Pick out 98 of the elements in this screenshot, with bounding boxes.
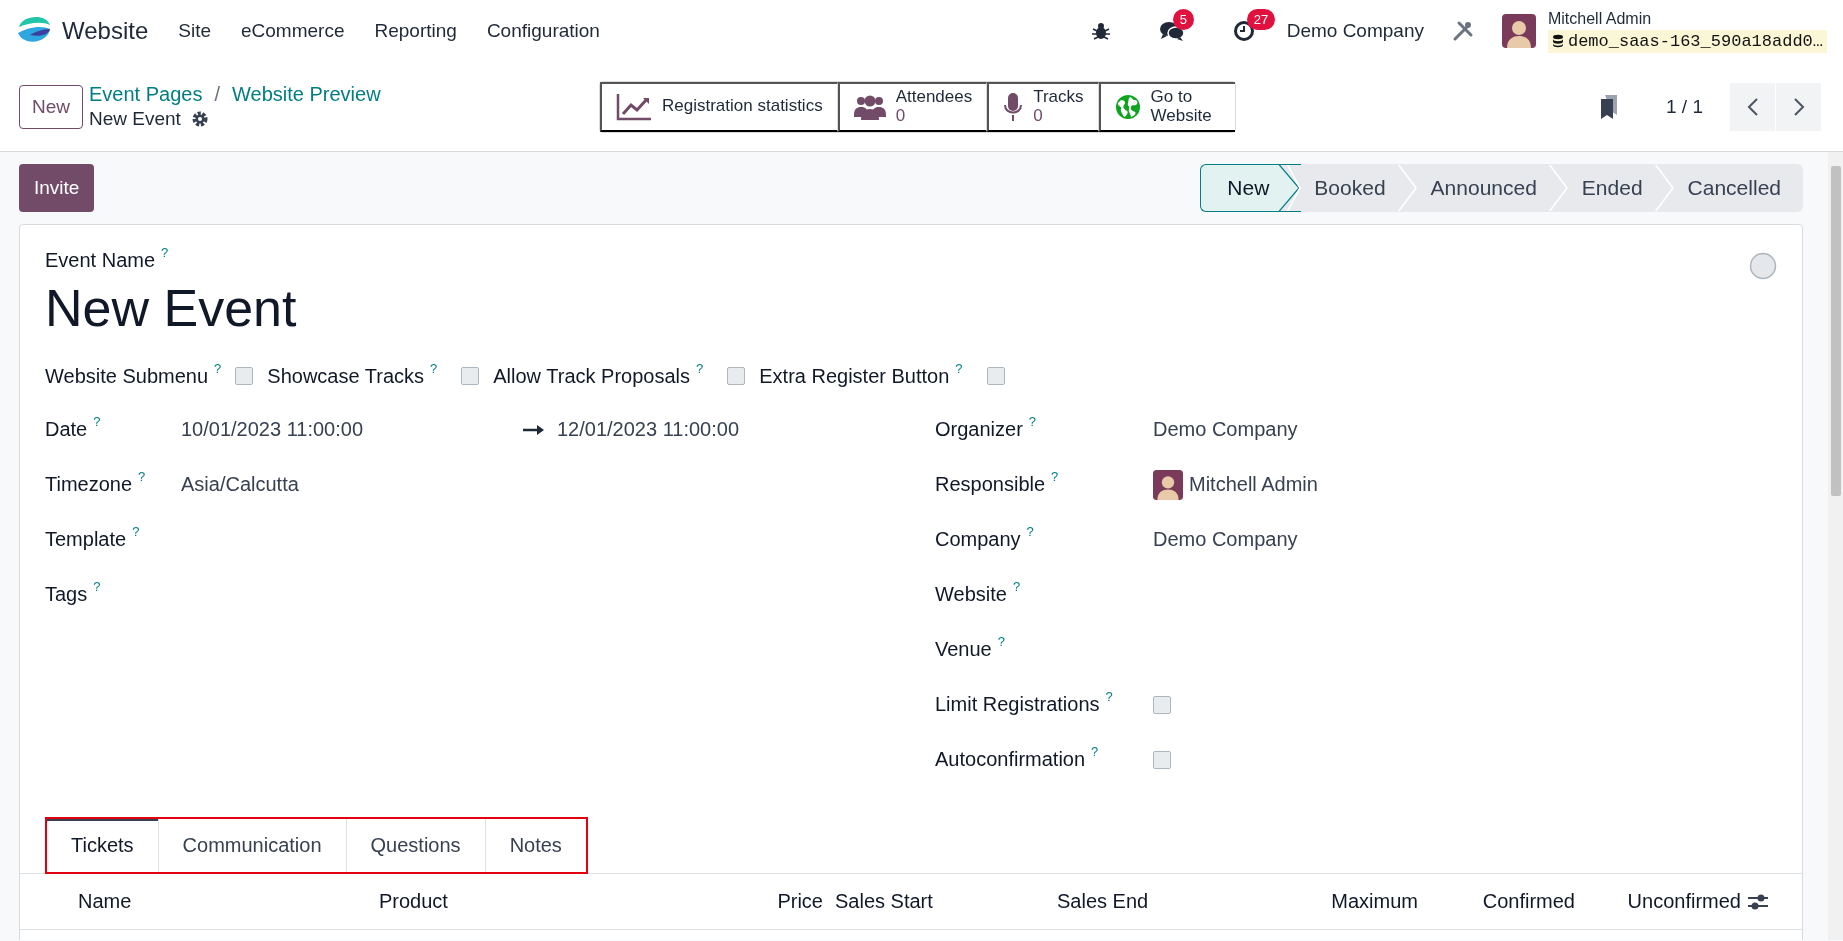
chevron-left-icon	[1746, 96, 1759, 117]
database-name: demo_saas-163_590a18add0…	[1547, 29, 1827, 53]
field-label: Template	[45, 528, 127, 551]
column-header[interactable]: Sales Start	[829, 890, 1051, 913]
field-value[interactable]: Asia/Calcutta	[181, 473, 299, 496]
smart-button[interactable]: Tracks 0	[987, 81, 1099, 132]
help-tooltip[interactable]: ?	[93, 414, 101, 429]
breadcrumb-link[interactable]: Event Pages	[89, 83, 203, 106]
field-label: Company	[935, 528, 1021, 551]
help-tooltip[interactable]: ?	[1051, 469, 1059, 484]
help-tooltip[interactable]: ?	[93, 579, 101, 594]
field-label: Event Name	[45, 249, 156, 272]
menu-item[interactable]: eCommerce	[241, 20, 345, 42]
field-label: Tags	[45, 583, 88, 606]
stage-button[interactable]: Announced	[1417, 164, 1569, 212]
previous-button[interactable]	[1729, 82, 1775, 131]
help-tooltip[interactable]: ?	[138, 469, 146, 484]
help-tooltip[interactable]: ?	[430, 360, 438, 376]
column-header[interactable]: Unconfirmed	[1581, 890, 1747, 913]
help-tooltip[interactable]: ?	[1028, 414, 1037, 429]
chevron-right-icon	[1792, 96, 1805, 117]
field-label: Timezone	[45, 473, 133, 496]
checkbox[interactable]	[235, 367, 254, 385]
field-label: Limit Registrations	[935, 693, 1100, 716]
stage-button[interactable]: Cancelled	[1674, 164, 1803, 212]
help-tooltip[interactable]: ?	[132, 524, 140, 539]
menu-item[interactable]: Site	[178, 20, 211, 42]
help-tooltip[interactable]: ?	[1105, 689, 1113, 704]
bookmarks-icon	[1598, 93, 1620, 120]
help-tooltip[interactable]: ?	[214, 360, 222, 376]
tools-icon	[1451, 20, 1474, 42]
field-label: Extra Register Button	[759, 364, 950, 388]
record-title: New Event	[89, 108, 181, 130]
bug-icon	[1090, 21, 1111, 41]
chart-icon	[616, 92, 652, 121]
microphone-icon	[1003, 91, 1024, 122]
column-header[interactable]: Product	[373, 890, 753, 913]
field-value[interactable]: Demo Company	[1153, 418, 1298, 441]
checkbox[interactable]	[727, 367, 746, 385]
user-avatar	[1501, 14, 1536, 48]
clock-icon	[1232, 20, 1255, 42]
help-tooltip[interactable]: ?	[696, 360, 704, 376]
field-value[interactable]: Demo Company	[1153, 528, 1298, 551]
notification-badge: 5	[1172, 9, 1194, 30]
scrollbar[interactable]	[1828, 152, 1843, 940]
checkbox[interactable]	[461, 367, 480, 385]
date-field[interactable]: 12/01/2023 11:00:00	[557, 418, 740, 441]
help-tooltip[interactable]: ?	[161, 245, 169, 260]
globe-icon	[1114, 93, 1141, 120]
field-label: Organizer	[935, 418, 1023, 441]
field-label: Date	[45, 418, 88, 441]
menu-item[interactable]: Reporting	[374, 20, 457, 42]
column-header[interactable]: Confirmed	[1424, 890, 1581, 913]
column-header[interactable]: Name	[72, 890, 373, 913]
help-tooltip[interactable]: ?	[1026, 524, 1034, 539]
tab[interactable]: Tickets	[47, 819, 159, 872]
arrow-right-icon	[523, 423, 545, 436]
field-label: Website Submenu	[45, 364, 209, 388]
next-button[interactable]	[1775, 82, 1821, 131]
smart-button[interactable]: Go to Website	[1098, 81, 1235, 132]
date-field[interactable]: 10/01/2023 11:00:00	[181, 418, 523, 441]
app-name[interactable]: Website	[62, 17, 149, 45]
invite-button[interactable]: Invite	[19, 164, 95, 212]
user-avatar	[1153, 469, 1183, 500]
notification-badge: 27	[1246, 9, 1276, 30]
company-switcher[interactable]: Demo Company	[1286, 20, 1424, 42]
pager-value: 1 / 1	[1666, 95, 1703, 118]
field-label: Autoconfirmation	[935, 748, 1086, 771]
column-header[interactable]: Price	[753, 890, 829, 913]
checkbox[interactable]	[1153, 750, 1171, 769]
help-tooltip[interactable]: ?	[1091, 744, 1099, 759]
database-icon	[1551, 34, 1564, 48]
user-name[interactable]: Mitchell Admin	[1547, 9, 1827, 28]
checkbox[interactable]	[1153, 695, 1171, 714]
stage-button[interactable]: Booked	[1301, 164, 1418, 212]
breadcrumb-separator: /	[214, 83, 220, 106]
help-tooltip[interactable]: ?	[997, 634, 1005, 649]
stage-button[interactable]: Ended	[1568, 164, 1675, 212]
smart-button[interactable]: Registration statistics	[600, 81, 838, 132]
record-name: New Event	[45, 278, 298, 338]
breadcrumb-link[interactable]: Website Preview	[232, 83, 381, 106]
help-tooltip[interactable]: ?	[955, 360, 963, 376]
field-label: Allow Track Proposals	[493, 364, 690, 388]
stage-button[interactable]: New	[1200, 164, 1302, 212]
field-label: Responsible	[935, 473, 1046, 496]
new-button[interactable]: New	[19, 84, 83, 129]
smart-button[interactable]: Attendees 0	[837, 81, 988, 132]
column-header[interactable]: Maximum	[1310, 890, 1424, 913]
help-tooltip[interactable]: ?	[1012, 579, 1021, 594]
menu-item[interactable]: Configuration	[486, 20, 600, 42]
field-label: Venue	[935, 638, 992, 661]
checkbox[interactable]	[986, 367, 1005, 385]
field-value[interactable]: Mitchell Admin	[1189, 473, 1318, 496]
field-label: Showcase Tracks	[267, 364, 425, 388]
status-circle-icon[interactable]	[1749, 252, 1777, 280]
field-label: Website	[935, 583, 1007, 606]
gear-icon	[190, 110, 209, 128]
column-header[interactable]: Sales End	[1051, 890, 1310, 913]
